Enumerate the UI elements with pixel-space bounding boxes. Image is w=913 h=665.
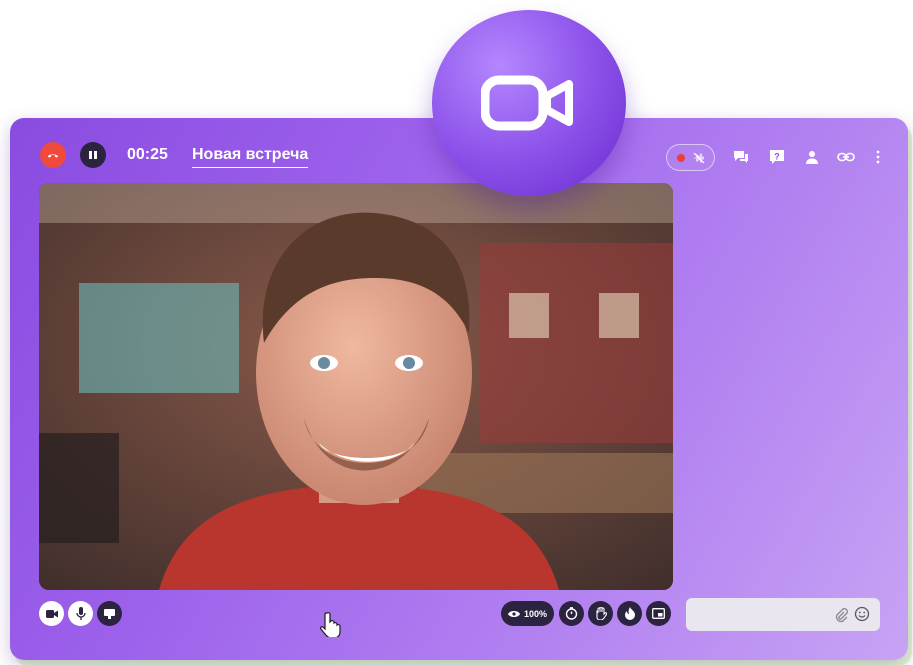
record-toggle[interactable]	[666, 144, 715, 171]
picture-in-picture-icon	[652, 608, 665, 619]
chat-button[interactable]	[732, 148, 750, 166]
raise-hand-button[interactable]	[588, 601, 613, 626]
meeting-title[interactable]: Новая встреча	[192, 146, 309, 168]
timer-button[interactable]	[559, 601, 584, 626]
chat-panel	[686, 183, 881, 590]
fire-icon	[624, 607, 635, 620]
view-percent: 100%	[523, 608, 548, 619]
screen-share-button[interactable]	[97, 601, 122, 626]
emoji-icon[interactable]	[854, 606, 870, 622]
call-timer: 00:25	[127, 146, 168, 163]
attach-icon[interactable]	[834, 607, 848, 623]
svg-text:?: ?	[774, 152, 780, 162]
link-icon	[837, 152, 855, 162]
eye-icon	[507, 610, 520, 617]
copy-link-button[interactable]	[837, 148, 855, 166]
hangup-button[interactable]	[40, 142, 66, 168]
more-button[interactable]	[869, 148, 887, 166]
pause-button[interactable]	[80, 142, 106, 168]
chat-input[interactable]	[692, 604, 826, 626]
camera-icon	[45, 609, 58, 618]
video-camera-icon	[481, 75, 573, 131]
hand-cursor-icon	[320, 611, 342, 642]
camera-button[interactable]	[39, 601, 64, 626]
participants-button[interactable]	[803, 148, 821, 166]
view-count-toggle[interactable]: 100%	[501, 601, 554, 626]
picture-in-picture-button[interactable]	[646, 601, 671, 626]
participants-icon	[806, 151, 818, 164]
participant-video	[39, 183, 673, 590]
participant-photo	[39, 183, 673, 590]
help-icon: ?	[770, 150, 784, 164]
timer-icon	[565, 607, 578, 620]
microphone-icon	[75, 607, 86, 620]
raise-hand-icon	[595, 607, 607, 620]
video-call-badge	[432, 10, 626, 196]
help-button[interactable]: ?	[768, 148, 786, 166]
pause-icon	[89, 151, 97, 159]
screen-share-icon	[104, 608, 115, 619]
record-icon	[676, 153, 685, 162]
chat-message-box	[686, 598, 880, 631]
chat-icon	[734, 151, 748, 163]
microphone-button[interactable]	[68, 601, 93, 626]
hangup-icon	[47, 154, 59, 158]
reactions-button[interactable]	[617, 601, 642, 626]
more-icon	[876, 150, 880, 164]
mute-noise-icon	[693, 152, 704, 163]
